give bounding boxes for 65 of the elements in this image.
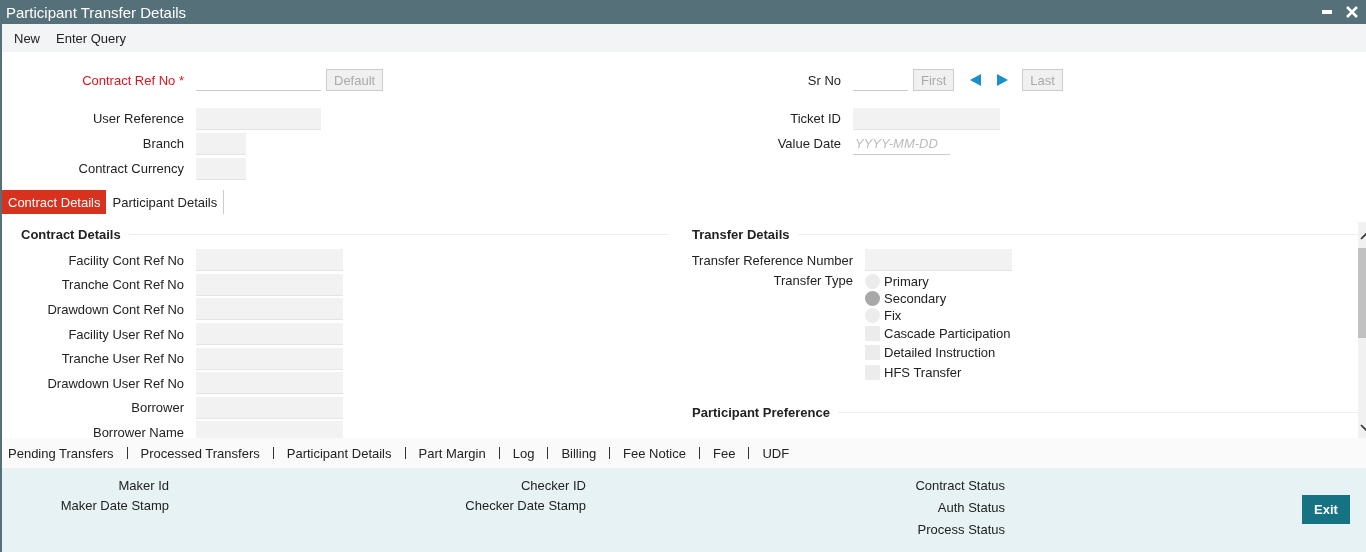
checkbox-label: HFS Transfer <box>884 364 962 380</box>
toolbar-item[interactable]: Enter Query <box>48 30 135 46</box>
previous-icon[interactable] <box>970 74 982 86</box>
input-field[interactable] <box>196 157 246 180</box>
field-label: Tranche User Ref No <box>60 351 185 367</box>
checkbox-label: Cascade Participation <box>884 325 1011 341</box>
audit-label: Checker Date Stamp <box>465 498 586 513</box>
field-label: Transfer Reference Number <box>690 252 854 268</box>
input-field[interactable] <box>196 396 343 419</box>
footer-link[interactable]: Fee <box>709 445 740 461</box>
input-field[interactable] <box>196 323 343 346</box>
footer-link[interactable]: Pending Transfers <box>4 445 118 461</box>
footer-link[interactable]: Billing <box>557 445 601 461</box>
field-label: Contract Currency <box>77 161 185 176</box>
field-label: Borrower Name <box>91 424 185 438</box>
audit-label: Maker Date Stamp <box>60 498 169 513</box>
footer-link[interactable]: Fee Notice <box>619 445 690 461</box>
radio-button[interactable] <box>865 290 880 306</box>
option-label: Secondary <box>884 290 947 306</box>
field-label: Drawdown User Ref No <box>46 375 185 391</box>
audit-label: Maker Id <box>118 478 169 493</box>
input-field[interactable] <box>196 132 246 155</box>
input-field[interactable] <box>196 249 343 272</box>
field-label: Ticket ID <box>789 111 842 126</box>
close-icon[interactable] <box>1346 6 1358 18</box>
field-label: Branch <box>141 136 185 151</box>
footer-link[interactable]: Processed Transfers <box>136 445 264 461</box>
window-title: Participant Transfer Details <box>6 3 187 21</box>
field-label: Borrower <box>130 400 185 416</box>
field-label: Facility Cont Ref No <box>67 252 185 268</box>
input-field[interactable] <box>196 372 343 395</box>
field-label: Transfer Type <box>772 272 854 288</box>
field-label: User Reference <box>91 111 185 126</box>
footer-link[interactable]: Log <box>508 445 539 461</box>
field-label: Tranche Cont Ref No <box>60 277 185 293</box>
audit-label: Process Status <box>917 522 1005 537</box>
field-label: Sr No <box>806 72 842 88</box>
field-label: Contract Ref No * <box>81 72 185 88</box>
input-field[interactable] <box>865 249 1012 272</box>
input-field[interactable] <box>196 347 343 370</box>
input-field[interactable] <box>853 107 1000 130</box>
audit-label: Checker ID <box>520 478 586 493</box>
minimize-icon[interactable] <box>1322 10 1332 14</box>
audit-label: Contract Status <box>915 478 1005 493</box>
footer-link[interactable]: UDF <box>758 445 794 461</box>
audit-label: Auth Status <box>937 500 1005 515</box>
next-icon[interactable] <box>997 74 1009 86</box>
toolbar-item[interactable]: New <box>6 30 48 46</box>
input-field[interactable] <box>196 107 321 130</box>
radio-button[interactable] <box>865 307 880 323</box>
footer-link[interactable]: Participant Details <box>282 445 396 461</box>
input-field[interactable] <box>196 298 343 321</box>
section-title: Contract Details <box>21 226 122 242</box>
input-field[interactable] <box>196 273 343 296</box>
option-label: Fix <box>884 307 902 323</box>
footer-link[interactable]: Part Margin <box>414 445 490 461</box>
section-title: Participant Preference <box>692 404 831 420</box>
exit-button[interactable]: Exit <box>1302 495 1350 524</box>
field-label: Facility User Ref No <box>67 326 185 342</box>
option-label: Primary <box>884 273 929 289</box>
field-label: Value Date <box>776 136 842 151</box>
field-label: Drawdown Cont Ref No <box>46 302 185 317</box>
section-title: Transfer Details <box>692 226 791 242</box>
checkbox-label: Detailed Instruction <box>884 345 996 361</box>
tab[interactable]: Contract Details <box>2 190 107 214</box>
